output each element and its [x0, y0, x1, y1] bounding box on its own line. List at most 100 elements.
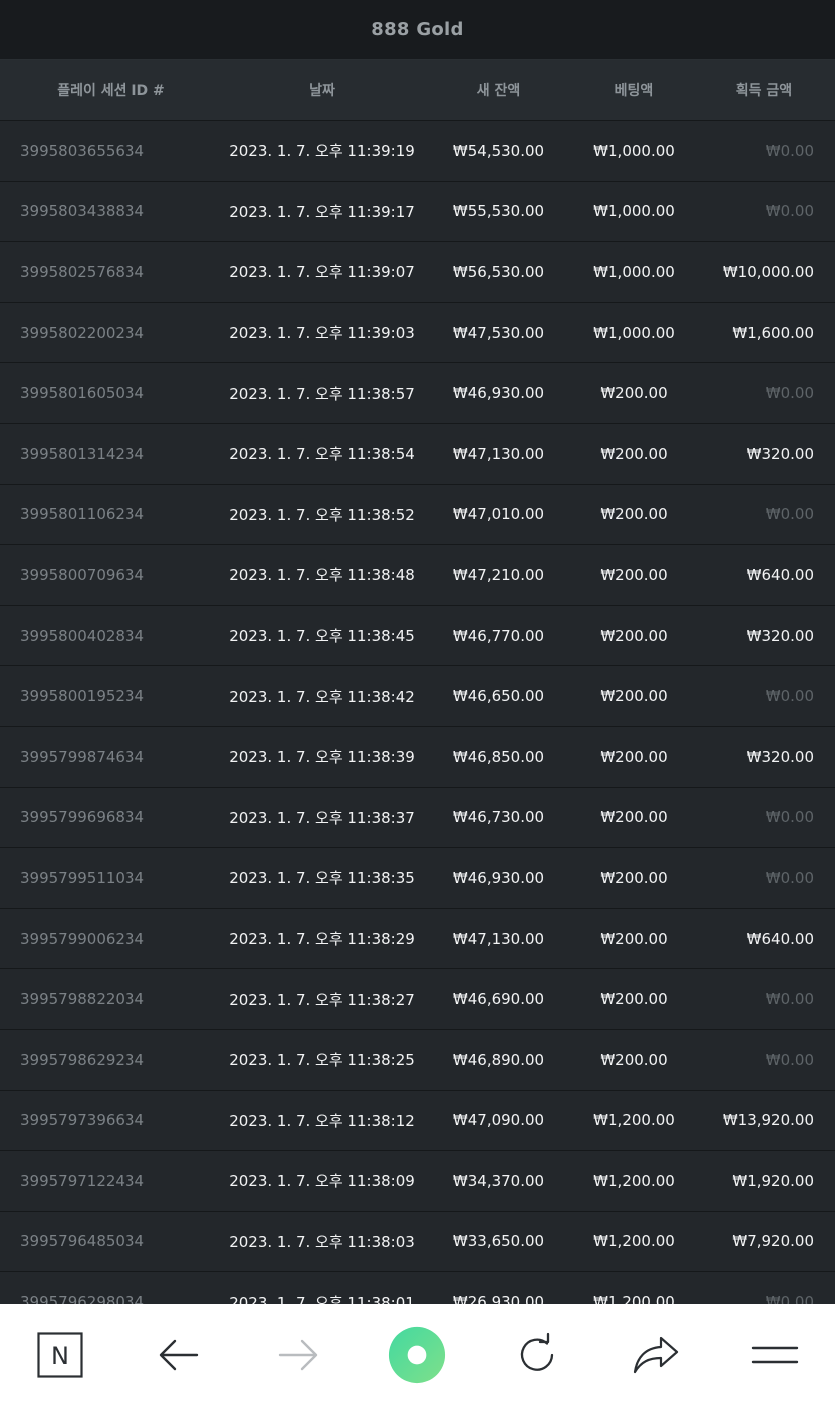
- bet-cell: ₩200.00: [600, 1050, 668, 1069]
- page-title: 888 Gold: [371, 19, 464, 40]
- table-row[interactable]: 3995799511034 2023. 1. 7. 오후 11:38:35 ₩46,…: [0, 848, 835, 909]
- balance-cell: ₩46,930.00: [452, 868, 545, 887]
- balance-cell: ₩46,730.00: [452, 808, 545, 827]
- table-row[interactable]: 3995797396634 2023. 1. 7. 오후 11:38:12 ₩47,…: [0, 1090, 835, 1152]
- table-header: 플레이 세션 ID # 날짜 새 잔액 베팅액 획득 금액: [0, 60, 835, 121]
- forward-button[interactable]: [269, 1326, 327, 1384]
- bet-cell: ₩1,200.00: [593, 1171, 675, 1190]
- win-cell: ₩0.00: [765, 990, 814, 1009]
- date-cell: 2023. 1. 7. 오후 11:38:48: [229, 566, 415, 585]
- session-id-cell: 3995797396634: [20, 1111, 145, 1130]
- table-row[interactable]: 3995801605034 2023. 1. 7. 오후 11:38:57 ₩46,…: [0, 363, 835, 424]
- green-circle-icon: [389, 1326, 446, 1383]
- balance-cell: ₩34,370.00: [452, 1171, 545, 1190]
- table-row[interactable]: 3995798629234 2023. 1. 7. 오후 11:38:25 ₩46,…: [0, 1029, 835, 1091]
- table-row[interactable]: 3995796298034 2023. 1. 7. 오후 11:38:01 ₩26,…: [0, 1272, 835, 1304]
- table-row[interactable]: 3995799696834 2023. 1. 7. 오후 11:38:37 ₩46,…: [0, 787, 835, 849]
- win-cell: ₩0.00: [765, 687, 814, 706]
- column-header-session-id: 플레이 세션 ID #: [57, 83, 165, 99]
- balance-cell: ₩47,090.00: [452, 1111, 545, 1130]
- win-cell: ₩0.00: [765, 505, 814, 524]
- table-row[interactable]: 3995802200234 2023. 1. 7. 오후 11:39:03 ₩47,…: [0, 302, 835, 364]
- date-cell: 2023. 1. 7. 오후 11:38:35: [229, 869, 415, 888]
- session-id-cell: 3995798629234: [20, 1050, 145, 1069]
- table-row[interactable]: 3995801106234 2023. 1. 7. 오후 11:38:52 ₩47,…: [0, 484, 835, 546]
- balance-cell: ₩33,650.00: [452, 1232, 545, 1251]
- session-id-cell: 3995800709634: [20, 565, 145, 584]
- win-cell: ₩0.00: [765, 384, 814, 403]
- bet-cell: ₩200.00: [600, 687, 668, 706]
- bet-cell: ₩200.00: [600, 505, 668, 524]
- naver-home-button[interactable]: N: [31, 1326, 89, 1384]
- date-cell: 2023. 1. 7. 오후 11:38:09: [229, 1172, 415, 1191]
- win-cell: ₩0.00: [765, 1050, 814, 1069]
- session-id-cell: 3995802200234: [20, 323, 145, 342]
- table-row[interactable]: 3995801314234 2023. 1. 7. 오후 11:38:54 ₩47,…: [0, 423, 835, 485]
- history-table[interactable]: 플레이 세션 ID # 날짜 새 잔액 베팅액 획득 금액 3995803655…: [0, 60, 835, 1304]
- bet-cell: ₩1,200.00: [593, 1232, 675, 1251]
- bet-cell: ₩1,200.00: [593, 1111, 675, 1130]
- win-cell: ₩320.00: [746, 444, 814, 463]
- win-cell: ₩7,920.00: [732, 1232, 814, 1251]
- session-id-cell: 3995800195234: [20, 687, 145, 706]
- session-id-cell: 3995799006234: [20, 929, 145, 948]
- balance-cell: ₩46,930.00: [452, 384, 545, 403]
- forward-arrow-icon: [279, 1339, 318, 1370]
- session-id-cell: 3995803655634: [20, 141, 145, 160]
- table-row[interactable]: 3995798822034 2023. 1. 7. 오후 11:38:27 ₩46,…: [0, 969, 835, 1030]
- balance-cell: ₩46,690.00: [452, 990, 545, 1009]
- green-circle-button[interactable]: [388, 1326, 446, 1384]
- bet-cell: ₩1,000.00: [593, 262, 675, 281]
- win-cell: ₩0.00: [765, 141, 814, 160]
- bet-cell: ₩200.00: [600, 868, 668, 887]
- balance-cell: ₩47,530.00: [452, 323, 545, 342]
- session-id-cell: 3995799511034: [20, 868, 145, 887]
- date-cell: 2023. 1. 7. 오후 11:38:01: [229, 1293, 415, 1304]
- table-row[interactable]: 3995796485034 2023. 1. 7. 오후 11:38:03 ₩33,…: [0, 1211, 835, 1273]
- table-row[interactable]: 3995800709634 2023. 1. 7. 오후 11:38:48 ₩47,…: [0, 545, 835, 606]
- table-row[interactable]: 3995799874634 2023. 1. 7. 오후 11:38:39 ₩46,…: [0, 726, 835, 788]
- win-cell: ₩1,600.00: [732, 323, 814, 342]
- date-cell: 2023. 1. 7. 오후 11:38:39: [229, 748, 415, 767]
- bet-cell: ₩200.00: [600, 747, 668, 766]
- session-id-cell: 3995796298034: [20, 1293, 145, 1304]
- refresh-icon: [520, 1332, 553, 1371]
- balance-cell: ₩46,770.00: [452, 626, 545, 645]
- date-cell: 2023. 1. 7. 오후 11:38:54: [229, 445, 415, 464]
- balance-cell: ₩46,890.00: [452, 1050, 545, 1069]
- balance-cell: ₩47,130.00: [452, 929, 545, 948]
- date-cell: 2023. 1. 7. 오후 11:39:03: [229, 324, 415, 343]
- session-id-cell: 3995800402834: [20, 626, 145, 645]
- table-row[interactable]: 3995797122434 2023. 1. 7. 오후 11:38:09 ₩34,…: [0, 1151, 835, 1212]
- win-cell: ₩13,920.00: [722, 1111, 814, 1130]
- date-cell: 2023. 1. 7. 오후 11:38:45: [229, 627, 415, 646]
- win-cell: ₩320.00: [746, 747, 814, 766]
- share-button[interactable]: [627, 1326, 685, 1384]
- table-row[interactable]: 3995800195234 2023. 1. 7. 오후 11:38:42 ₩46,…: [0, 666, 835, 727]
- date-cell: 2023. 1. 7. 오후 11:38:03: [229, 1232, 415, 1251]
- column-header-balance: 새 잔액: [476, 83, 521, 99]
- table-row[interactable]: 3995800402834 2023. 1. 7. 오후 11:38:45 ₩46,…: [0, 605, 835, 667]
- refresh-button[interactable]: [508, 1326, 566, 1384]
- column-header-bet: 베팅액: [614, 83, 654, 99]
- back-button[interactable]: [150, 1326, 208, 1384]
- bet-cell: ₩200.00: [600, 626, 668, 645]
- win-cell: ₩0.00: [765, 868, 814, 887]
- balance-cell: ₩47,130.00: [452, 444, 545, 463]
- win-cell: ₩640.00: [746, 565, 814, 584]
- date-cell: 2023. 1. 7. 오후 11:38:27: [229, 990, 415, 1009]
- date-cell: 2023. 1. 7. 오후 11:39:19: [229, 142, 415, 161]
- svg-text:N: N: [51, 1342, 69, 1370]
- table-row[interactable]: 3995803655634 2023. 1. 7. 오후 11:39:19 ₩54,…: [0, 121, 835, 182]
- naver-home-icon: N: [37, 1331, 83, 1378]
- table-row[interactable]: 3995799006234 2023. 1. 7. 오후 11:38:29 ₩47,…: [0, 908, 835, 970]
- menu-button[interactable]: [746, 1326, 804, 1384]
- table-body: 3995803655634 2023. 1. 7. 오후 11:39:19 ₩54,…: [0, 121, 835, 1304]
- date-cell: 2023. 1. 7. 오후 11:38:12: [229, 1111, 415, 1130]
- table-row[interactable]: 3995802576834 2023. 1. 7. 오후 11:39:07 ₩56,…: [0, 242, 835, 303]
- session-id-cell: 3995801106234: [20, 505, 145, 524]
- balance-cell: ₩47,210.00: [452, 565, 545, 584]
- balance-cell: ₩56,530.00: [452, 262, 545, 281]
- win-cell: ₩0.00: [765, 202, 814, 221]
- table-row[interactable]: 3995803438834 2023. 1. 7. 오후 11:39:17 ₩55,…: [0, 181, 835, 243]
